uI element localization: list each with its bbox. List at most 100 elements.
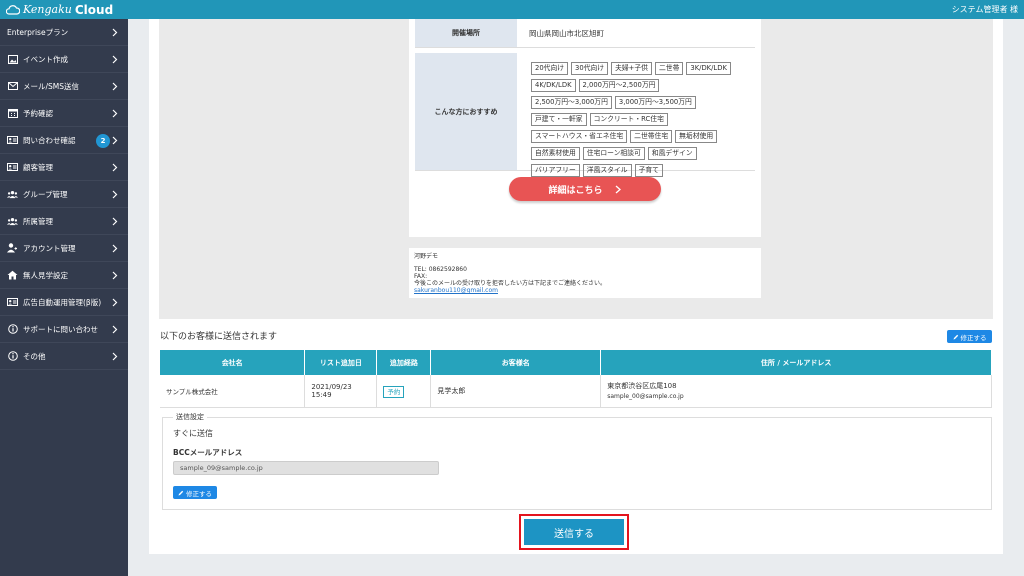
sidebar-item-label: 広告自動運用管理(β版) — [23, 297, 102, 307]
signature-name: 河野デモ — [414, 253, 439, 260]
id-card-icon — [7, 135, 18, 146]
app-logo[interactable]: Kengaku Cloud — [6, 3, 113, 17]
sidebar-item-label: 問い合わせ確認 — [23, 135, 76, 145]
recommend-tag: 無垢材使用 — [675, 130, 718, 143]
date-cell: 2021/09/23 15:49 — [304, 375, 378, 408]
send-settings-legend: 送信設定 — [173, 412, 207, 422]
sidebar-item-label: 所属管理 — [23, 216, 53, 226]
recommend-tag: 二世帯 — [654, 62, 684, 75]
signature: 河野デモ TEL: 0862592860 FAX: 今後このメールの受け取りを拒… — [409, 248, 761, 298]
sidebar-item-2[interactable]: メール/SMS送信 — [0, 73, 128, 100]
settings-edit-button[interactable]: 修正する — [173, 486, 217, 499]
sidebar-item-10[interactable]: 広告自動運用管理(β版) — [0, 289, 128, 316]
event-card: 開催場所 岡山県岡山市北区旭町 こんな方におすすめ 20代向け 30代向け 夫婦+子… — [409, 19, 761, 237]
sidebar-item-label: サポートに問い合わせ — [23, 324, 98, 334]
location-value: 岡山県岡山市北区旭町 — [529, 28, 604, 38]
sidebar-item-4[interactable]: 問い合わせ確認 2 — [0, 127, 128, 154]
group-icon — [7, 189, 18, 200]
mail-icon — [7, 81, 18, 92]
recommend-tag: バリアフリー — [531, 164, 580, 177]
sidebar-item-3[interactable]: 予約確認 — [0, 100, 128, 127]
recommend-row: こんな方におすすめ 20代向け 30代向け 夫婦+子供 二世帯 3K/DK/LDK 4K/… — [415, 53, 755, 177]
notification-badge: 2 — [96, 134, 110, 148]
id-card-icon — [7, 297, 18, 308]
detail-button[interactable]: 詳細はこちら — [509, 177, 661, 201]
recommend-tag: 20代向け — [531, 62, 569, 75]
date-text: 2021/09/23 — [311, 382, 352, 391]
send-settings: 送信設定 すぐに送信 BCCメールアドレス sample_09@sample.c… — [162, 412, 992, 510]
recommend-tag: 3,000万円〜3,500万円 — [614, 96, 696, 109]
column-header: リスト追加日 — [304, 350, 378, 375]
sidebar-item-label: アカウント管理 — [23, 243, 76, 253]
chevron-right-icon — [109, 189, 120, 200]
recipients-title: 以下のお客様に送信されます — [160, 332, 278, 342]
sidebar-item-label: Enterpriseプラン — [7, 27, 69, 37]
home-icon — [7, 270, 18, 281]
recommend-tag: 4K/DK/LDK — [531, 79, 576, 92]
signature-fax: FAX: — [414, 273, 428, 280]
table-row[interactable]: サンプル株式会社 2021/09/23 15:49 予約 見学太郎 東京都渋谷区広尾108… — [160, 375, 992, 408]
recommend-tag: 洋風スタイル — [582, 164, 632, 177]
sidebar-item-0[interactable]: Enterpriseプラン — [0, 19, 128, 46]
chevron-right-icon — [109, 216, 120, 227]
info-icon — [7, 324, 18, 335]
sidebar-item-5[interactable]: 顧客管理 — [0, 154, 128, 181]
mail-preview: 開催場所 岡山県岡山市北区旭町 こんな方におすすめ 20代向け 30代向け 夫婦+子… — [159, 19, 993, 319]
sidebar-item-7[interactable]: 所属管理 — [0, 208, 128, 235]
sidebar-item-label: グループ管理 — [23, 189, 68, 199]
bcc-input[interactable]: sample_09@sample.co.jp — [173, 461, 439, 475]
recommend-tag: 戸建て・一軒家 — [531, 113, 587, 126]
sidebar-item-11[interactable]: サポートに問い合わせ — [0, 316, 128, 343]
sidebar-item-12[interactable]: その他 — [0, 343, 128, 370]
recipients-table: 会社名 リスト追加日 追加経路 お客様名 住所 / メールアドレス サンプル株式会社 20… — [160, 350, 992, 408]
image-icon — [7, 54, 18, 65]
logo-prefix: Kengaku — [23, 3, 72, 16]
sidebar-item-label: 顧客管理 — [23, 162, 53, 172]
sidebar-item-6[interactable]: グループ管理 — [0, 181, 128, 208]
chevron-right-icon — [109, 135, 120, 146]
recommend-tag: 和風デザイン — [647, 147, 697, 160]
sidebar-item-label: 予約確認 — [23, 108, 53, 118]
route-badge: 予約 — [383, 385, 405, 398]
customer-name-cell: 見学太郎 — [430, 375, 602, 408]
route-cell: 予約 — [376, 375, 432, 408]
chevron-right-icon — [109, 351, 120, 362]
chevron-right-icon — [109, 54, 120, 65]
sidebar-item-1[interactable]: イベント作成 — [0, 46, 128, 73]
signature-email-link[interactable]: sakuranbou110@gmail.com — [414, 287, 498, 294]
chevron-right-icon — [109, 324, 120, 335]
recommend-tag: 3K/DK/LDK — [686, 62, 731, 75]
logo-brand: Cloud — [74, 2, 114, 17]
pencil-icon — [953, 334, 958, 339]
sidebar-item-label: メール/SMS送信 — [23, 81, 80, 91]
address-text: 東京都渋谷区広尾108 — [607, 382, 677, 391]
recommend-tag: 夫婦+子供 — [611, 62, 652, 75]
recommend-tag: 子育て — [634, 164, 663, 177]
time-text: 15:49 — [311, 390, 332, 399]
sidebar-item-8[interactable]: アカウント管理 — [0, 235, 128, 262]
chevron-right-icon — [109, 162, 120, 173]
chevron-right-icon — [109, 270, 120, 281]
sidebar-item-label: イベント作成 — [23, 54, 68, 64]
location-row: 開催場所 岡山県岡山市北区旭町 — [415, 19, 755, 48]
recommend-tag: 住宅ローン相談可 — [582, 147, 645, 160]
id-card-icon — [7, 162, 18, 173]
detail-button-label: 詳細はこちら — [548, 185, 603, 196]
cloud-logo-icon — [6, 4, 20, 15]
bcc-label: BCCメールアドレス — [173, 448, 243, 457]
recommend-label: こんな方におすすめ — [415, 53, 517, 170]
company-cell: サンプル株式会社 — [160, 375, 306, 408]
send-timing: すぐに送信 — [173, 429, 213, 438]
sidebar: Enterpriseプランイベント作成メール/SMS送信 予約確認問い合わせ確認 2… — [0, 19, 128, 576]
chevron-right-icon — [109, 243, 120, 254]
recipients-edit-button[interactable]: 修正する — [947, 330, 992, 343]
user-name[interactable]: システム管理者 様 — [952, 4, 1018, 15]
send-button-highlight: 送信する — [519, 514, 629, 550]
chevron-right-icon — [109, 108, 120, 119]
sidebar-item-label: 無人見学設定 — [23, 270, 68, 280]
send-button[interactable]: 送信する — [524, 519, 624, 545]
column-header: 住所 / メールアドレス — [600, 350, 992, 375]
email-text: sample_00@sample.co.jp — [607, 393, 684, 401]
address-cell: 東京都渋谷区広尾108 sample_00@sample.co.jp — [600, 375, 992, 408]
sidebar-item-9[interactable]: 無人見学設定 — [0, 262, 128, 289]
